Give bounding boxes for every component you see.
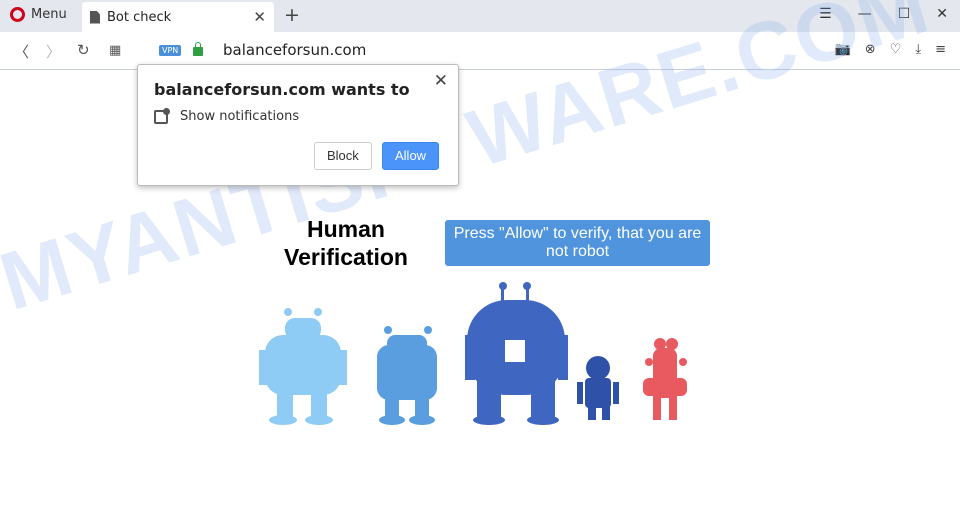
robot-3 — [465, 282, 568, 425]
menu-label: Menu — [31, 7, 67, 22]
verify-message: Press "Allow" to verify, that you are no… — [445, 220, 710, 266]
speed-dial-icon[interactable]: ▦ — [109, 43, 121, 58]
allow-button[interactable]: Allow — [382, 142, 440, 170]
lock-icon[interactable] — [193, 42, 203, 56]
close-icon[interactable]: ✕ — [434, 71, 448, 91]
heading-line-1: Human — [307, 216, 385, 242]
popup-title: balanceforsun.com wants to — [154, 80, 410, 99]
vpn-badge[interactable]: VPN — [159, 45, 182, 56]
reload-icon[interactable]: ↻ — [77, 41, 90, 59]
robot-4 — [577, 356, 619, 420]
notification-permission-popup: balanceforsun.com wants to ✕ Show notifi… — [137, 64, 459, 186]
camera-icon[interactable]: 📷 — [835, 42, 851, 57]
minimize-icon[interactable]: — — [858, 6, 872, 22]
heart-icon[interactable]: ♡ — [890, 42, 902, 57]
new-tab-button[interactable]: + — [284, 4, 300, 26]
back-icon[interactable]: 〈 — [14, 41, 29, 62]
document-icon — [90, 10, 100, 24]
tab-menu-icon[interactable]: ☰ — [819, 6, 832, 22]
close-tab-icon[interactable]: ✕ — [253, 8, 266, 26]
download-icon[interactable]: ⤓ — [915, 42, 921, 57]
opera-menu-button[interactable]: Menu — [10, 7, 67, 22]
url-field[interactable]: balanceforsun.com — [223, 41, 366, 59]
heading-line-2: Verification — [284, 244, 408, 270]
tab-bot-check[interactable]: Bot check ✕ — [82, 2, 274, 32]
robot-5 — [643, 338, 687, 420]
tab-title: Bot check — [107, 9, 172, 25]
robots-illustration — [259, 282, 687, 425]
forward-icon[interactable]: 〉 — [46, 41, 61, 62]
ad-block-icon[interactable]: ⊗ — [865, 42, 876, 57]
opera-logo-icon — [10, 7, 25, 22]
close-window-icon[interactable]: ✕ — [936, 6, 948, 22]
settings-icon[interactable]: ≡ — [935, 42, 946, 57]
page-title: Human Verification — [270, 215, 422, 271]
maximize-icon[interactable]: ☐ — [898, 6, 911, 22]
permission-label: Show notifications — [180, 109, 300, 124]
robot-2 — [377, 326, 437, 425]
block-button[interactable]: Block — [314, 142, 372, 170]
robot-1 — [259, 308, 347, 425]
notification-icon — [154, 107, 170, 124]
tab-bar: Menu Bot check ✕ + ☰ — ☐ ✕ — [0, 0, 960, 32]
